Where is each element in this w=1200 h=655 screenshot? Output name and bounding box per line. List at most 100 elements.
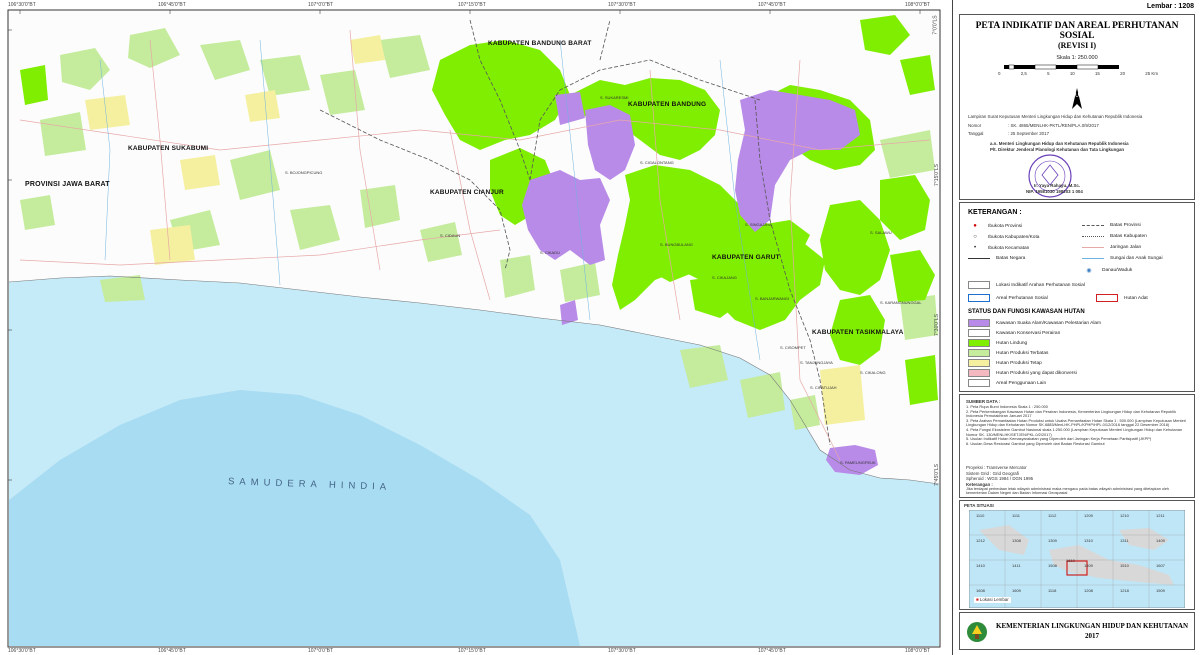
inset-sheet-label: 1610 [1066,558,1075,563]
inset-sheet-label: 1110 [976,513,985,518]
town-label: S. CIKADU [540,250,561,255]
legend-province-capital: ● Ibukota Provinsi [968,223,1022,229]
coord-top-6: 107°45'0"BT [758,2,786,8]
legend-label: Areal Perhutanan Sosial [996,295,1048,301]
dot-line-icon [1082,236,1104,237]
status-label: Hutan Lindung [996,340,1028,346]
inset-sheet-label: 1411 [1012,563,1021,568]
red-dot-icon: ● [973,223,977,229]
tanggal-value: : 25 September 2017 [1008,131,1050,136]
scale-tick: 10 [1069,71,1075,76]
scale-tick: 0 [998,71,1001,76]
signer-name: Ir. Yaya Rahayu, M.Sc. [1034,183,1081,188]
inset-panel: PETA SITUASI 1110 1111 1112 1209 1210 1211 121… [959,500,1195,610]
projection-line: Proyeksi : Transverse Mercator [966,465,1027,470]
ministry-logo-icon [967,622,987,642]
coord-top-1: 106°30'0"BT [8,2,36,8]
status-item: Hutan Lindung [968,339,1027,347]
status-swatch [968,379,990,387]
projection-info: Proyeksi : Transverse Mercator Sistem Gr… [966,465,1033,482]
status-label: Kawasan Konservasi Perairan [996,330,1061,336]
status-label: Hutan Produksi yang dapat dikonversi [996,370,1077,376]
circle-icon: ○ [973,234,977,240]
border-line-icon [968,258,990,259]
legend-lokasi: Lokasi Indikatif Arahan Perhutanan Sosia… [968,281,1085,289]
coord-top-2: 106°45'0"BT [158,2,186,8]
town-label: S. CIKAJANG [712,275,737,280]
north-arrow-icon: U [1072,88,1082,109]
sources-panel: SUMBER DATA : 1. Peta Rupa Bumi Indonesi… [959,394,1195,498]
road-line-icon [1082,247,1104,248]
coord-top-5: 107°30'0"BT [608,2,636,8]
legend-label: Jaringan Jalan [1110,245,1142,250]
coord-left-4: 7°45'0"LS [0,464,2,486]
legend-label: Hutan Adat [1124,295,1148,301]
projection-line: Spheroid : WGS 1984 / DGN 1995 [966,476,1034,481]
status-label: Areal Penggunaan Lain [996,380,1047,386]
swatch [1096,294,1118,302]
inset-sheet-label: 1310 [1084,538,1093,543]
map-frame[interactable]: 106°30'0"BT 106°45'0"BT 107°0'0"BT 107°1… [0,0,952,655]
legend-label: Batas Negara [996,256,1026,261]
status-item: Kawasan Konservasi Perairan [968,329,1060,337]
scale-tick: 2,5 [1020,71,1027,76]
label-cianjur: KABUPATEN CIANJUR [430,189,504,196]
legend-regency-capital: ○ Ibukota Kabupaten/Kota [968,234,1039,240]
sheet-value: 1208 [1178,3,1194,10]
status-label: Hutan Produksi Tetap [996,360,1042,366]
status-label: Kawasan Suaka Alam/Kawasan Pelestarian A… [996,320,1102,326]
town-label: S. PAMEUNGPEUK [840,460,876,465]
legend-label: Ibukota Kabupaten/Kota [988,234,1040,240]
legend-label: Batas Kabupaten [1110,234,1147,239]
legend-country-border: Batas Negara [968,256,1025,261]
town-label: S. BUNGBULANG [660,242,693,247]
coord-bottom-3: 107°0'0"BT [308,648,334,654]
inset-sheet-label: 1609 [1012,588,1021,593]
inset-sheet-label: 1208 [1084,588,1093,593]
red-square-icon: ■ [976,597,979,602]
map-canvas[interactable] [0,0,952,655]
legend-areal: Areal Perhutanan Sosial [968,294,1048,302]
inset-sheet-label: 1509 [1084,563,1093,568]
nomor-value: : SK. 4865/MENLHK-PKTL/REN/PLA.0/9/2017 [1008,123,1099,128]
sources-list: 1. Peta Rupa Bumi Indonesia Skala 1 : 25… [966,404,1188,446]
town-label: S. SUKARESMI [600,95,629,100]
coord-top-3: 107°0'0"BT [308,2,334,8]
dash-line-icon [1082,225,1104,226]
signer-nip: NIP. 19581030 198203 1 004 [1026,189,1083,194]
note-text: Jika terdapat perbedaan letak wilayah ad… [966,487,1170,496]
coord-right-2: 7°15'0"LS [933,164,940,186]
town-label: S. KARANGNUNGGAL [880,300,922,305]
status-item: Areal Penggunaan Lain [968,379,1046,387]
signature-line-2: Plt. Direktur Jenderal Planologi Kehutan… [990,147,1125,152]
coord-right-1: 7°0'0"LS [932,15,939,35]
inset-map [969,510,1185,608]
scale-tick: 15 [1094,71,1100,76]
coord-top-4: 107°15'0"BT [458,2,486,8]
town-label: S. CIGALONTANG [640,160,674,165]
legend-lakes: ◉ Danau/Waduk [1082,267,1132,274]
coord-top-7: 108°0'0"BT [905,2,931,8]
legend-district-capital: • Ibukota Kecamatan [968,245,1029,251]
scale-tick: 20 [1120,71,1126,76]
inset-sheet-label: 1209 [1084,513,1093,518]
legend-panel: KETERANGAN : ● Ibukota Provinsi ○ Ibukota … [959,202,1195,392]
inset-sheet-label: 1410 [976,563,985,568]
town-label: S. SALAWU [870,230,892,235]
legend-label: Batas Provinsi [1110,223,1141,228]
legend-label: Ibukota Kecamatan [988,245,1030,251]
scale-tick: 25 Km [1145,71,1158,76]
scale-ticks: 0 2,5 5 10 15 20 25 Km [998,71,1158,77]
town-label: S. SINGAJAYA [745,222,772,227]
town-label: S. CIPATUJAH [810,385,837,390]
status-swatch [968,319,990,327]
status-swatch [968,339,990,347]
town-label: S. CIKALONG [860,370,886,375]
inset-sheet-label: 1608 [976,588,985,593]
label-jawa-barat: PROVINSI JAWA BARAT [25,181,110,188]
scale-tick: 5 [1047,71,1050,76]
inset-sheet-label: 1211 [1156,513,1165,518]
swatch [968,281,990,289]
label-tasikmalaya: KABUPATEN TASIKMALAYA [812,329,904,336]
coord-right-4: 7°45'0"LS [933,464,940,486]
